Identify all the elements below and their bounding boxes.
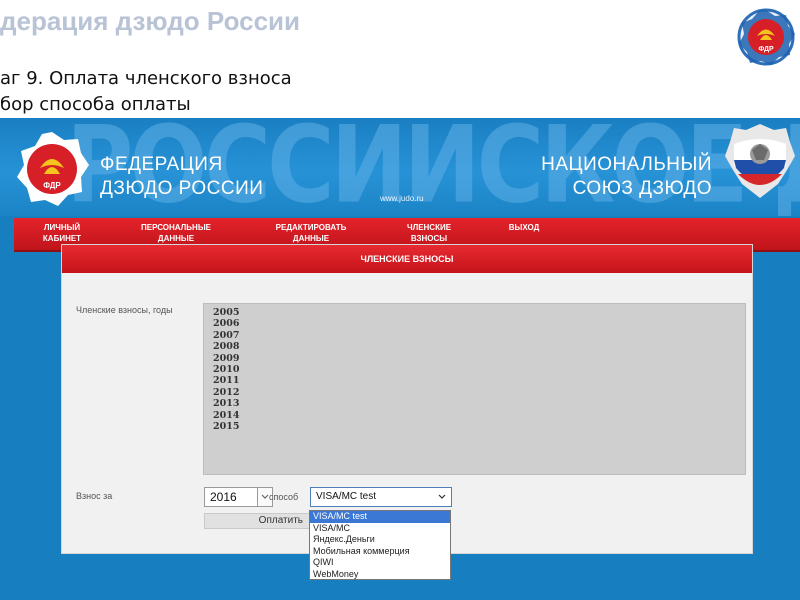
step-subheading: бор способа оплаты	[0, 94, 191, 115]
russian-eagle-shield-icon	[725, 124, 795, 198]
year-item: 2011	[213, 375, 240, 387]
federation-name-line2: ДЗЮДО РОССИИ	[100, 178, 264, 199]
slide-title: дерация дзюдо России	[0, 6, 301, 36]
year-item: 2009	[213, 352, 240, 364]
payment-option[interactable]: VISA/MC test	[310, 511, 450, 523]
year-item: 2014	[213, 409, 240, 421]
method-label: способ	[269, 492, 299, 502]
year-select[interactable]: 2016	[204, 487, 273, 507]
payment-option[interactable]: Яндекс.Деньги	[310, 534, 450, 546]
year-item: 2015	[213, 421, 240, 432]
national-union-line1: НАЦИОНАЛЬНЫЙ	[541, 154, 712, 175]
payment-method-dropdown: VISA/MC test VISA/MC Яндекс.Деньги Мобил…	[309, 510, 451, 580]
payment-option[interactable]: QIWI	[310, 557, 450, 569]
svg-text:ФДР: ФДР	[758, 46, 774, 53]
nav-item-personal-data[interactable]: ПЕРСОНАЛЬНЫЕ ДАННЫЕ	[121, 222, 231, 244]
year-item: 2010	[213, 364, 240, 375]
site-url: www.judo.ru	[380, 194, 424, 203]
svg-text:ФДР: ФДР	[43, 181, 61, 190]
federation-name-line1: ФЕДЕРАЦИЯ	[100, 154, 223, 175]
year-item: 2007	[213, 329, 240, 341]
year-item: 2005	[213, 307, 240, 318]
fdr-emblem-icon: ФДР	[17, 132, 89, 206]
year-item: 2012	[213, 386, 240, 398]
membership-fees-panel: ЧЛЕНСКИЕ ВЗНОСЫ Членские взносы, годы 20…	[61, 244, 753, 554]
national-union-line2: СОЮЗ ДЗЮДО	[572, 178, 712, 199]
fee-for-label: Взнос за	[76, 491, 113, 501]
year-select-value: 2016	[210, 490, 237, 504]
nav-item-logout[interactable]: ВЫХОД	[469, 222, 579, 233]
payment-option[interactable]: Мобильная коммерция	[310, 546, 450, 558]
site-screenshot: РОССИЙСКОЕ ДЗЮДО ФДР ФЕДЕРАЦИЯ ДЗЮДО РОС…	[0, 118, 800, 600]
payment-method-select[interactable]: VISA/MC test	[310, 487, 452, 507]
year-item: 2006	[213, 318, 240, 330]
years-label: Членские взносы, годы	[76, 305, 173, 315]
payment-option[interactable]: VISA/MC	[310, 523, 450, 535]
paid-years-list: 2005 2006 2007 2008 2009 2010 2011 2012 …	[203, 303, 746, 475]
step-heading: аг 9. Оплата членского взноса	[0, 68, 292, 89]
nav-item-membership-fees[interactable]: ЧЛЕНСКИЕ ВЗНОСЫ	[374, 222, 484, 244]
nav-item-edit-data[interactable]: РЕДАКТИРОВАТЬ ДАННЫЕ	[256, 222, 366, 244]
payment-option[interactable]: WebMoney	[310, 569, 450, 581]
panel-heading: ЧЛЕНСКИЕ ВЗНОСЫ	[62, 245, 752, 273]
payment-method-value: VISA/MC test	[316, 491, 377, 502]
year-item: 2008	[213, 341, 240, 353]
nav-item-personal-cabinet[interactable]: ЛИЧНЫЙ КАБИНЕТ	[7, 222, 117, 244]
year-item: 2013	[213, 398, 240, 410]
fdr-logo-icon: ФДР	[737, 8, 795, 66]
pay-button[interactable]: Оплатить	[204, 513, 310, 529]
chevron-down-icon	[438, 494, 446, 499]
site-banner: РОССИЙСКОЕ ДЗЮДО ФДР ФЕДЕРАЦИЯ ДЗЮДО РОС…	[0, 118, 800, 216]
